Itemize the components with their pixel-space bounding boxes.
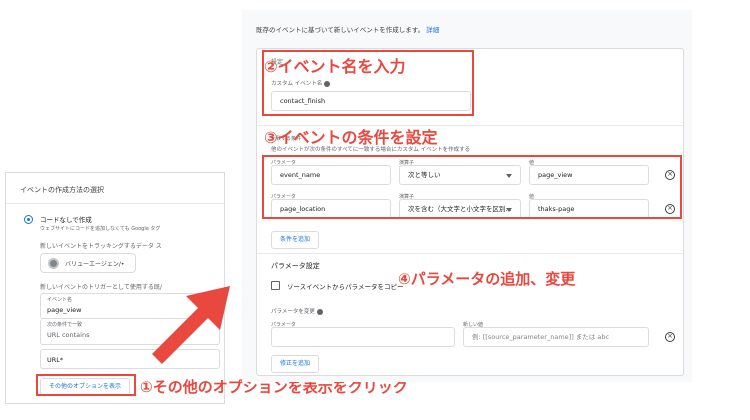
- annotation-step3: ③イベントの条件を設定: [264, 128, 438, 147]
- add-condition-button[interactable]: 条件を追加: [271, 231, 320, 249]
- highlight-more-options: [36, 374, 136, 396]
- section-track-label: 新しいイベントをトラッキングするデータ ス: [40, 243, 162, 250]
- panel-header: 既存のイベントに基づいて新しいイベントを作成します。 詳細: [256, 24, 439, 34]
- condition-value: URL contains: [47, 331, 90, 339]
- stream-icon: [48, 258, 59, 269]
- condition-label: 次の条件で一致: [47, 322, 83, 328]
- option-subtitle: ウェブサイトにコードを追加しなくても Google タグ: [40, 226, 161, 232]
- modify-new-value-input[interactable]: 例: [[source_parameter_name]] または abc: [463, 327, 649, 347]
- panel-title: イベントの作成方法の選択: [20, 186, 104, 194]
- param-modify-label: パラメータを変更: [271, 307, 323, 315]
- divider: [6, 203, 224, 204]
- data-stream-chip[interactable]: バリューエージェン/•: [40, 253, 136, 273]
- remove-modification-icon[interactable]: ×: [665, 332, 675, 342]
- copy-params-label: ソースイベントからパラメータをコピー: [287, 283, 404, 291]
- option-title: コードなしで作成: [40, 216, 92, 224]
- annotation-step2: ②イベント名を入力: [264, 57, 406, 76]
- annotation-step4: ④パラメータの追加、変更: [398, 270, 576, 288]
- learn-more-link[interactable]: 詳細: [426, 26, 439, 34]
- event-name-value: page_view: [47, 306, 82, 314]
- modify-param-input[interactable]: [271, 327, 455, 347]
- highlight-conditions: [262, 155, 682, 219]
- param-settings-title: パラメータ設定: [271, 262, 320, 270]
- info-icon: [316, 308, 323, 315]
- stream-chip-label: バリューエージェン/•: [65, 261, 125, 268]
- header-text: 既存のイベントに基づいて新しいイベントを作成します。: [256, 26, 425, 34]
- divider: [257, 253, 683, 254]
- copy-params-checkbox[interactable]: [271, 281, 280, 290]
- radio-no-code[interactable]: [24, 215, 33, 224]
- section-trigger-label: 新しいイベントのトリガーとして使用する既/: [40, 284, 162, 291]
- event-name-label: イベント名: [47, 297, 73, 303]
- url-value: URL*: [47, 356, 64, 364]
- add-modification-button[interactable]: 修正を追加: [271, 355, 320, 373]
- arrow-icon: [152, 286, 230, 364]
